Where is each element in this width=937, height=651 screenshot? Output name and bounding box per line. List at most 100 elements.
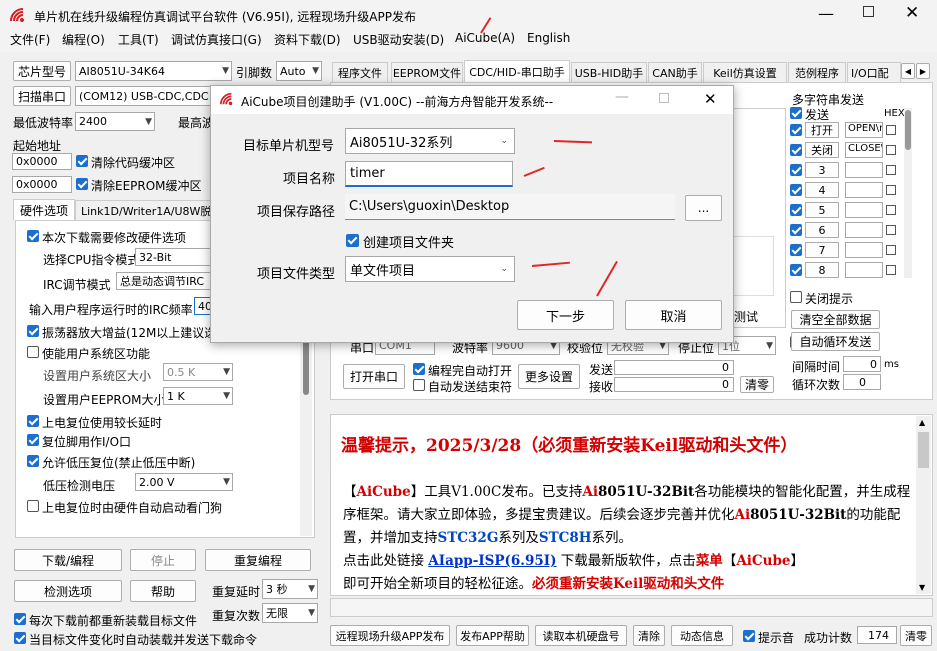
tab-io-config[interactable]: I/O口配	[847, 62, 901, 82]
wdt-checkbox[interactable]	[27, 500, 39, 512]
row-7-input[interactable]	[845, 242, 883, 258]
user-eeprom-select[interactable]: 1 K ▼	[163, 387, 233, 405]
tab-scroll-right-icon[interactable]: ▶	[916, 63, 930, 79]
row-7-checkbox[interactable]	[790, 244, 802, 256]
send-column-checkbox[interactable]	[790, 107, 802, 119]
clear-all-button[interactable]: 清空全部数据	[791, 310, 880, 329]
row-2-send-button[interactable]: 关闭	[805, 142, 839, 158]
row-8-send-button[interactable]: 8	[805, 262, 839, 278]
tab-can[interactable]: CAN助手	[648, 62, 702, 82]
tab-examples[interactable]: 范例程序	[788, 62, 846, 82]
notice-scroll-thumb[interactable]	[918, 432, 929, 468]
row-7-send-button[interactable]: 7	[805, 242, 839, 258]
irc-mode-select[interactable]: 总是动态调节IRC	[116, 272, 215, 290]
more-settings-button[interactable]: 更多设置	[518, 364, 580, 389]
download-link[interactable]: AIapp-ISP(6.95I)	[428, 553, 556, 569]
row-3-checkbox[interactable]	[790, 164, 802, 176]
row-4-input[interactable]	[845, 182, 883, 198]
eeprom-address-input[interactable]: 0x0000	[12, 176, 72, 193]
row-6-checkbox[interactable]	[790, 224, 802, 236]
row-3-send-button[interactable]: 3	[805, 162, 839, 178]
scroll-up-icon[interactable]: ▲	[919, 418, 925, 427]
row-4-send-button[interactable]: 4	[805, 182, 839, 198]
row-7-hex-checkbox[interactable]	[886, 245, 896, 255]
user-sys-size-select[interactable]: 0.5 K ▼	[163, 363, 233, 381]
tab-program-file[interactable]: 程序文件	[332, 62, 388, 82]
row-4-checkbox[interactable]	[790, 184, 802, 196]
menu-aicube[interactable]: AiCube(A)	[455, 31, 515, 45]
create-folder-checkbox[interactable]	[346, 234, 359, 247]
row-8-input[interactable]	[845, 262, 883, 278]
next-button[interactable]: 下一步	[517, 300, 614, 330]
repeat-delay-select[interactable]: 3 秒 ▼	[262, 579, 318, 599]
reload-checkbox[interactable]	[14, 613, 26, 625]
zero-count-button[interactable]: 清零	[900, 625, 932, 646]
maximize-icon[interactable]	[863, 6, 874, 17]
close-hint-checkbox[interactable]	[790, 291, 802, 303]
clear-count-button[interactable]: 清零	[740, 376, 774, 393]
menu-tools[interactable]: 工具(T)	[118, 31, 159, 48]
project-name-input[interactable]: timer	[345, 161, 513, 187]
user-sys-checkbox[interactable]	[27, 346, 39, 358]
row-5-input[interactable]	[845, 202, 883, 218]
help-button[interactable]: 帮助	[130, 580, 196, 602]
code-address-input[interactable]: 0x0000	[12, 153, 72, 170]
row-1-send-button[interactable]: 打开	[805, 122, 839, 138]
tab-cdc-serial[interactable]: CDC/HID-串口助手	[464, 60, 570, 82]
stop-button[interactable]: 停止	[130, 549, 196, 571]
row-6-hex-checkbox[interactable]	[886, 225, 896, 235]
row-5-checkbox[interactable]	[790, 204, 802, 216]
row-8-checkbox[interactable]	[790, 264, 802, 276]
row-2-input[interactable]: CLOSE\	[845, 142, 883, 158]
loop-count-input[interactable]: 0	[843, 374, 881, 390]
dialog-maximize-icon[interactable]	[659, 93, 669, 103]
clear-button[interactable]: 清除	[633, 625, 665, 646]
low-voltage-select[interactable]: 2.00 V ▼	[135, 473, 233, 491]
tab-hardware-options[interactable]: 硬件选项	[13, 199, 75, 220]
pin-count-select[interactable]: Auto ▼	[276, 61, 322, 81]
interval-input[interactable]: 0	[843, 356, 881, 372]
row-3-hex-checkbox[interactable]	[886, 165, 896, 175]
port-select[interactable]: (COM12) USB-CDC,CDC	[75, 86, 215, 106]
multi-scroll-thumb[interactable]	[905, 110, 911, 150]
download-button[interactable]: 下载/编程	[14, 549, 122, 571]
file-type-select[interactable]: 单文件项目 ⌄	[345, 256, 515, 282]
chip-model-select[interactable]: AI8051U-34K64 ▼	[75, 61, 232, 81]
repeat-count-select[interactable]: 无限 ▼	[262, 603, 318, 623]
tab-offline-writer[interactable]: Link1D/Writer1A/U8W脱机	[75, 200, 215, 220]
app-help-button[interactable]: 发布APP帮助	[456, 625, 529, 646]
scroll-down-icon[interactable]: ▼	[919, 583, 925, 592]
send-area[interactable]	[728, 236, 774, 296]
beep-checkbox[interactable]	[743, 630, 755, 642]
modify-options-checkbox[interactable]	[27, 230, 39, 242]
menu-file[interactable]: 文件(F)	[10, 31, 50, 48]
target-chip-select[interactable]: Ai8051U-32系列 ⌄	[345, 128, 515, 154]
min-baud-select[interactable]: 2400 ▼	[75, 112, 155, 131]
reprogram-button[interactable]: 重复编程	[205, 549, 311, 571]
row-1-input[interactable]: OPEN\r	[845, 122, 883, 138]
auto-end-checkbox[interactable]	[413, 379, 425, 391]
tab-eeprom-file[interactable]: EEPROM文件	[391, 62, 463, 82]
tab-keil[interactable]: Keil仿真设置	[703, 62, 787, 82]
tab-scroll-left-icon[interactable]: ◀	[901, 63, 915, 79]
menu-debug[interactable]: 调试仿真接口(G)	[171, 31, 262, 48]
row-3-input[interactable]	[845, 162, 883, 178]
lvr-checkbox[interactable]	[27, 455, 39, 467]
save-path-input[interactable]: C:\Users\guoxin\Desktop	[345, 194, 675, 220]
minimize-icon[interactable]: —	[818, 4, 834, 23]
menu-english[interactable]: English	[527, 31, 570, 45]
detect-options-button[interactable]: 检测选项	[14, 580, 122, 602]
scan-port-button[interactable]: 扫描串口	[13, 86, 71, 106]
auto-send-checkbox[interactable]	[14, 632, 26, 644]
clear-code-checkbox[interactable]	[76, 155, 88, 167]
close-icon[interactable]: ✕	[905, 3, 919, 23]
power-delay-checkbox[interactable]	[27, 415, 39, 427]
row-1-hex-checkbox[interactable]	[886, 125, 896, 135]
cpu-mode-select[interactable]: 32-Bit	[135, 248, 215, 266]
menu-docs[interactable]: 资料下载(D)	[274, 31, 341, 48]
cancel-button[interactable]: 取消	[625, 300, 722, 330]
dynamic-info-button[interactable]: 动态信息	[671, 625, 733, 646]
osc-gain-checkbox[interactable]	[27, 325, 39, 337]
read-disk-button[interactable]: 读取本机硬盘号	[535, 625, 627, 646]
tab-usb-hid[interactable]: USB-HID助手	[571, 62, 647, 82]
